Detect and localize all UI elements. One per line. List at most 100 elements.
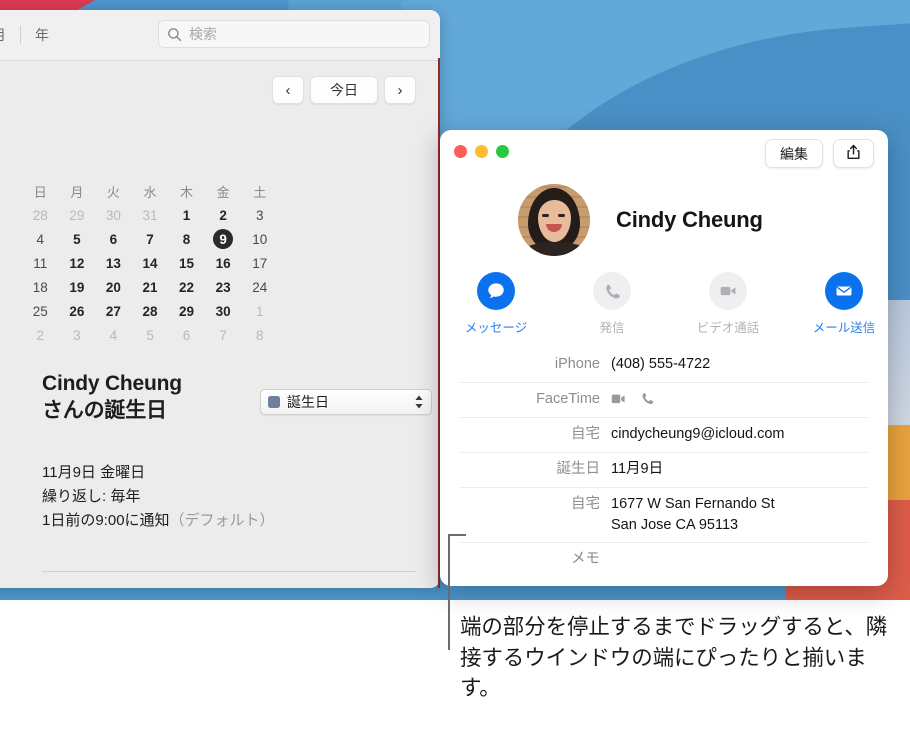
day-cell[interactable]: 17	[241, 256, 278, 271]
window-controls[interactable]	[454, 145, 509, 158]
day-cell[interactable]: 8	[168, 232, 205, 247]
calendar-view-segmented-control[interactable]: 月 年	[0, 25, 63, 45]
chevron-updown-icon[interactable]	[414, 394, 424, 410]
contacts-window[interactable]: 編集 Cindy Cheung メッセージ 発信 ビデオ通話 メール送信 iPh…	[440, 130, 888, 586]
address-line-1: 1677 W San Fernando St	[611, 496, 775, 512]
calendar-navigation[interactable]: ‹ 今日 ›	[272, 76, 416, 104]
day-cell[interactable]: 7	[132, 232, 169, 247]
day-cell[interactable]: 5	[132, 328, 169, 343]
day-cell[interactable]: 15	[168, 256, 205, 271]
day-cell[interactable]: 3	[241, 208, 278, 223]
day-cell[interactable]: 1	[241, 304, 278, 319]
day-cell[interactable]: 9	[205, 229, 242, 249]
day-cell[interactable]: 28	[132, 304, 169, 319]
message-bubble-icon	[486, 281, 506, 301]
weekday-header-3: 水	[143, 184, 157, 200]
calendar-window[interactable]: 月 年 検索 ‹ 今日 › 日月火水木金土	[0, 10, 440, 588]
day-cell[interactable]: 31	[132, 208, 169, 223]
day-cell[interactable]: 2	[205, 208, 242, 223]
day-cell[interactable]: 24	[241, 280, 278, 295]
day-cell[interactable]: 26	[59, 304, 96, 319]
minimize-button[interactable]	[475, 145, 488, 158]
day-cell[interactable]: 11	[22, 256, 59, 271]
search-input[interactable]: 検索	[158, 20, 430, 48]
avatar-eye-left	[542, 214, 549, 217]
day-number: 2	[36, 327, 45, 343]
month-grid[interactable]: 日月火水木金土 28 29 30 31 1 2 3 4 5 6 7 8 9 10 11 12 13 14 15 16 1…	[22, 179, 278, 347]
day-number: 8	[255, 327, 264, 343]
day-cell[interactable]: 30	[95, 208, 132, 223]
day-cell[interactable]: 2	[22, 328, 59, 343]
segment-month[interactable]: 月	[0, 25, 20, 45]
quick-actions[interactable]: メッセージ 発信 ビデオ通話 メール送信	[440, 272, 888, 336]
message-bubble-icon-button[interactable]	[477, 272, 515, 310]
day-cell[interactable]: 6	[95, 232, 132, 247]
contact-field-row[interactable]: 自宅 1677 W San Fernando St San Jose CA 9511…	[460, 487, 868, 542]
day-cell[interactable]: 7	[205, 328, 242, 343]
day-cell[interactable]: 10	[241, 232, 278, 247]
video-camera-icon[interactable]	[611, 392, 628, 406]
day-cell[interactable]: 23	[205, 280, 242, 295]
field-value[interactable]: 1677 W San Fernando St San Jose CA 95113	[611, 494, 868, 536]
previous-month-button[interactable]: ‹	[272, 76, 304, 104]
event-calendar-dropdown[interactable]: 誕生日	[260, 389, 432, 415]
day-cell[interactable]: 1	[168, 208, 205, 223]
day-cell[interactable]: 22	[168, 280, 205, 295]
day-number: 28	[32, 207, 48, 223]
avatar[interactable]	[518, 184, 590, 256]
week-row: 25 26 27 28 29 30 1	[22, 299, 278, 323]
phone-icon[interactable]	[640, 391, 655, 406]
day-cell[interactable]: 5	[59, 232, 96, 247]
contact-fields: iPhone (408) 555-4722 FaceTime 自宅 cindycheun…	[440, 348, 888, 577]
segment-year[interactable]: 年	[21, 25, 63, 45]
day-number: 30	[105, 207, 121, 223]
day-cell[interactable]: 28	[22, 208, 59, 223]
field-label: 自宅	[571, 496, 600, 512]
today-button[interactable]: 今日	[310, 76, 378, 104]
event-alert-default: （デフォルト）	[169, 512, 275, 529]
day-cell[interactable]: 16	[205, 256, 242, 271]
day-cell[interactable]: 12	[59, 256, 96, 271]
next-month-button[interactable]: ›	[384, 76, 416, 104]
day-cell[interactable]: 14	[132, 256, 169, 271]
day-cell[interactable]: 21	[132, 280, 169, 295]
quick-action-4[interactable]: メール送信	[802, 272, 886, 336]
quick-action-2[interactable]: 発信	[570, 272, 654, 336]
close-button[interactable]	[454, 145, 467, 158]
day-cell[interactable]: 4	[95, 328, 132, 343]
envelope-icon-button[interactable]	[825, 272, 863, 310]
contact-field-row[interactable]: FaceTime	[460, 382, 868, 417]
day-number: 14	[142, 255, 158, 271]
field-value[interactable]	[611, 389, 868, 406]
edit-button[interactable]: 編集	[765, 139, 823, 168]
contact-field-row[interactable]: メモ	[460, 542, 868, 577]
zoom-button[interactable]	[496, 145, 509, 158]
day-number: 12	[69, 255, 85, 271]
day-number: 29	[69, 207, 85, 223]
contact-field-row[interactable]: 自宅 cindycheung9@icloud.com	[460, 417, 868, 452]
field-value[interactable]: (408) 555-4722	[611, 354, 868, 375]
day-cell[interactable]: 8	[241, 328, 278, 343]
field-value[interactable]: 11月9日	[611, 459, 868, 480]
day-cell[interactable]: 18	[22, 280, 59, 295]
quick-action-1[interactable]: メッセージ	[454, 272, 538, 336]
field-value[interactable]: cindycheung9@icloud.com	[611, 424, 868, 445]
day-number: 1	[182, 207, 191, 223]
quick-action-3[interactable]: ビデオ通話	[686, 272, 770, 336]
event-date: 11月9日 金曜日	[42, 464, 146, 481]
day-cell[interactable]: 30	[205, 304, 242, 319]
day-cell[interactable]: 29	[168, 304, 205, 319]
day-cell[interactable]: 27	[95, 304, 132, 319]
day-cell[interactable]: 20	[95, 280, 132, 295]
share-button[interactable]	[833, 139, 874, 168]
day-cell[interactable]: 4	[22, 232, 59, 247]
contacts-actions[interactable]: 編集	[765, 139, 874, 168]
day-cell[interactable]: 13	[95, 256, 132, 271]
day-cell[interactable]: 29	[59, 208, 96, 223]
day-cell[interactable]: 19	[59, 280, 96, 295]
day-cell[interactable]: 25	[22, 304, 59, 319]
day-cell[interactable]: 3	[59, 328, 96, 343]
day-cell[interactable]: 6	[168, 328, 205, 343]
contact-field-row[interactable]: iPhone (408) 555-4722	[460, 348, 868, 382]
contact-field-row[interactable]: 誕生日 11月9日	[460, 452, 868, 487]
